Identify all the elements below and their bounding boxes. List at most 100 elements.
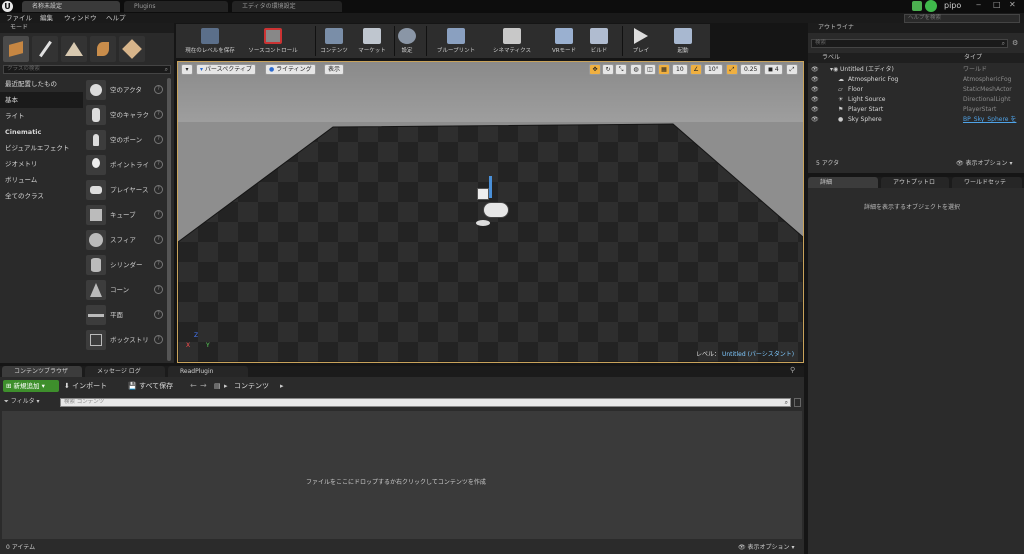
place-mode-icon[interactable]	[3, 36, 29, 62]
help-icon[interactable]: ?	[154, 185, 163, 194]
cinematics-button[interactable]: シネマティクス	[488, 25, 536, 57]
class-item-empty-actor[interactable]: 空のアクタ?	[86, 78, 166, 102]
content-button[interactable]: コンテンツ	[317, 25, 351, 57]
class-item-plane[interactable]: 平面?	[86, 303, 166, 327]
class-item-empty-character[interactable]: 空のキャラク?	[86, 103, 166, 127]
player-start-actor[interactable]	[474, 176, 514, 232]
outliner-row-light-source[interactable]: 👁 ☀ Light Source DirectionalLight	[808, 95, 1020, 105]
import-button[interactable]: ⬇ インポート	[64, 380, 107, 392]
lock-icon[interactable]: ⚲	[790, 366, 795, 374]
menu-help[interactable]: ヘルプ	[106, 13, 126, 23]
class-item-box-trigger[interactable]: ボックストリ?	[86, 328, 166, 352]
maximize-viewport-icon[interactable]: ⤢	[786, 64, 798, 75]
rotate-tool-icon[interactable]: ↻	[602, 64, 614, 75]
eye-icon[interactable]: 👁	[811, 115, 819, 125]
help-icon[interactable]: ?	[154, 135, 163, 144]
help-icon[interactable]: ?	[154, 160, 163, 169]
level-viewport[interactable]: ▾ ▾ パースペクティブ ● ライティング 表示 ✥ ↻ ⤡ ◍ ◫ ▦ 10 …	[177, 61, 804, 363]
help-icon[interactable]: ?	[154, 235, 163, 244]
marketplace-button[interactable]: マーケット	[354, 25, 390, 57]
help-icon[interactable]: ?	[154, 310, 163, 319]
tab-output-log[interactable]: アウトプットロ	[881, 177, 949, 188]
class-search-input[interactable]: クラスの検索 ⌕	[3, 65, 171, 74]
add-new-button[interactable]: ⊞ 新規追加 ▾	[3, 380, 59, 392]
geometry-mode-icon[interactable]	[119, 36, 145, 62]
maximize-button[interactable]: □	[993, 0, 1001, 9]
tab-content-browser[interactable]: コンテンツブラウザ	[2, 366, 82, 377]
forward-icon[interactable]: →	[200, 380, 207, 392]
tab-plugins[interactable]: Plugins	[124, 1, 228, 12]
show-button[interactable]: 表示	[324, 64, 345, 75]
class-item-cube[interactable]: キューブ?	[86, 203, 166, 227]
launch-button[interactable]: 起動	[668, 25, 698, 57]
content-search-input[interactable]: 検索 コンテンツ ⌕	[60, 398, 791, 407]
asset-view[interactable]: ファイルをここにドロップするか右クリックしてコンテンツを作成	[2, 411, 802, 539]
minimize-button[interactable]: ‒	[976, 0, 981, 9]
scale-snap-icon[interactable]: ⤢	[726, 64, 738, 75]
class-item-point-light[interactable]: ポイントライ?	[86, 153, 166, 177]
landscape-mode-icon[interactable]	[61, 36, 87, 62]
class-item-player-start[interactable]: プレイヤース?	[86, 178, 166, 202]
close-button[interactable]: ✕	[1009, 0, 1016, 9]
settings-button[interactable]: 設定	[396, 25, 418, 57]
outliner-row-atmospheric-fog[interactable]: 👁 ☁ Atmospheric Fog AtmosphericFog	[808, 75, 1020, 85]
class-item-empty-pawn[interactable]: 空のポーン?	[86, 128, 166, 152]
class-item-cone[interactable]: コーン?	[86, 278, 166, 302]
class-item-sphere[interactable]: スフィア?	[86, 228, 166, 252]
paint-mode-icon[interactable]	[32, 36, 58, 62]
eye-icon[interactable]: 👁	[811, 105, 819, 115]
path-arrow-icon[interactable]: ▸	[280, 380, 284, 392]
eye-icon[interactable]: 👁	[811, 65, 819, 75]
foliage-mode-icon[interactable]	[90, 36, 116, 62]
vr-mode-button[interactable]: VRモード	[546, 25, 582, 57]
tab-untitled[interactable]: 名称未設定	[22, 1, 120, 12]
help-icon[interactable]: ?	[154, 260, 163, 269]
scale-tool-icon[interactable]: ⤡	[615, 64, 627, 75]
help-icon[interactable]: ?	[154, 335, 163, 344]
content-view-options[interactable]: 👁 表示オプション ▾	[738, 542, 794, 551]
source-toggle-icon[interactable]	[794, 398, 801, 407]
play-button[interactable]: プレイ	[626, 25, 656, 57]
tab-readplugin[interactable]: ReadPlugin	[168, 366, 248, 377]
grid-snap-icon[interactable]: ▦	[658, 64, 670, 75]
help-icon[interactable]: ?	[154, 110, 163, 119]
col-label[interactable]: ラベル	[822, 53, 840, 63]
back-icon[interactable]: ←	[190, 380, 197, 392]
outliner-settings-icon[interactable]: ⚙	[1012, 39, 1018, 47]
user-avatar[interactable]	[912, 0, 938, 12]
tab-world-settings[interactable]: ワールドセッテ	[952, 177, 1022, 188]
viewport-options-icon[interactable]: ▾	[181, 64, 193, 75]
modes-scrollbar[interactable]	[167, 78, 171, 361]
save-level-button[interactable]: 現在のレベルを保存	[179, 25, 241, 57]
camera-speed-button[interactable]: ◼ 4	[764, 64, 783, 75]
menu-window[interactable]: ウィンドウ	[64, 13, 97, 23]
path-content[interactable]: コンテンツ	[234, 380, 269, 392]
outliner-row-player-start[interactable]: 👁 ⚑ Player Start PlayerStart	[808, 105, 1020, 115]
outliner-row-world[interactable]: 👁 ▾◉ Untitled (エディタ) ワールド	[808, 65, 1020, 75]
lighting-button[interactable]: ● ライティング	[265, 64, 316, 75]
menu-file[interactable]: ファイル	[6, 13, 32, 23]
eye-icon[interactable]: 👁	[811, 95, 819, 105]
help-icon[interactable]: ?	[154, 285, 163, 294]
class-item-cylinder[interactable]: シリンダー?	[86, 253, 166, 277]
tab-editor-preferences[interactable]: エディタの環境設定	[232, 1, 342, 12]
eye-icon[interactable]: 👁	[811, 75, 819, 85]
build-button[interactable]: ビルド	[584, 25, 614, 57]
eye-icon[interactable]: 👁	[811, 85, 819, 95]
grid-snap-value[interactable]: 10	[672, 64, 688, 75]
outliner-row-floor[interactable]: 👁 ▱ Floor StaticMeshActor	[808, 85, 1020, 95]
menu-edit[interactable]: 編集	[40, 13, 53, 23]
source-control-button[interactable]: ソースコントロール	[243, 25, 303, 57]
rotation-snap-value[interactable]: 10°	[704, 64, 723, 75]
filters-button[interactable]: ⏷ フィルタ ▾	[4, 397, 40, 407]
tab-message-log[interactable]: メッセージ ログ	[85, 366, 165, 377]
translate-tool-icon[interactable]: ✥	[589, 64, 601, 75]
path-root-arrow-icon[interactable]: ▸	[224, 380, 228, 392]
scale-snap-value[interactable]: 0.25	[740, 64, 762, 75]
help-search-input[interactable]: ヘルプを検索	[904, 14, 1020, 23]
tab-details[interactable]: 詳細	[808, 177, 878, 188]
help-icon[interactable]: ?	[154, 210, 163, 219]
rotation-snap-icon[interactable]: ∠	[690, 64, 702, 75]
help-icon[interactable]: ?	[154, 85, 163, 94]
outliner-view-options[interactable]: 👁 表示オプション ▾	[956, 158, 1012, 170]
